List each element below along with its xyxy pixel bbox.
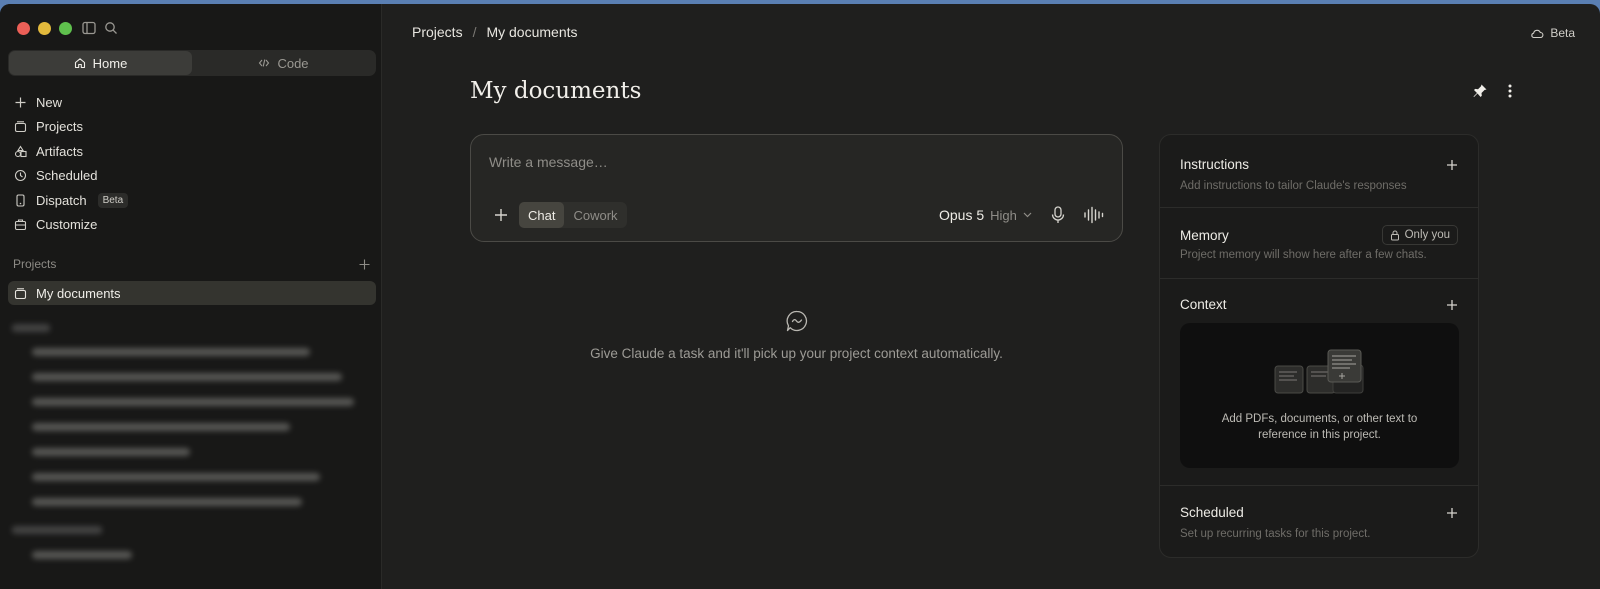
sidebar: Home Code New Projects Artifacts Schedul…: [0, 4, 382, 589]
add-scheduled-icon[interactable]: [1446, 507, 1458, 519]
lock-icon: [1390, 230, 1399, 240]
empty-state: Give Claude a task and it'll pick up you…: [470, 309, 1123, 361]
mode-cowork-button[interactable]: Cowork: [564, 202, 626, 228]
sidebar-item-projects[interactable]: Projects: [8, 115, 376, 140]
window-controls: [17, 22, 72, 35]
message-composer: Chat Cowork Opus 5 High: [470, 134, 1123, 242]
tab-home[interactable]: Home: [9, 51, 192, 75]
context-card: Context: [1160, 297, 1478, 312]
maximize-window-button[interactable]: [59, 22, 72, 35]
mode-chat-button[interactable]: Chat: [519, 202, 565, 228]
beta-badge: Beta: [97, 192, 129, 208]
sidebar-item-dispatch[interactable]: Dispatch Beta: [8, 188, 376, 213]
context-title: Context: [1180, 297, 1227, 312]
app-window: Home Code New Projects Artifacts Schedul…: [0, 4, 1600, 589]
add-project-icon[interactable]: [359, 259, 370, 270]
chat-bubble-icon: [786, 310, 807, 332]
divider: [1160, 207, 1478, 208]
model-selector[interactable]: Opus 5 High: [939, 207, 1032, 223]
empty-state-text: Give Claude a task and it'll pick up you…: [590, 346, 1003, 361]
add-attachment-icon[interactable]: [493, 207, 509, 223]
main-content: Projects / My documents Beta My document…: [382, 4, 1600, 589]
close-window-button[interactable]: [17, 22, 30, 35]
instructions-subtitle: Add instructions to tailor Claude's resp…: [1180, 180, 1407, 192]
folder-icon: [14, 121, 27, 133]
instructions-title: Instructions: [1180, 157, 1250, 172]
tab-home-label: Home: [92, 55, 128, 71]
shapes-icon: [14, 145, 27, 157]
project-label: My documents: [36, 285, 121, 301]
minimize-window-button[interactable]: [38, 22, 51, 35]
briefcase-icon: [14, 219, 27, 231]
sidebar-item-label: Dispatch: [36, 192, 87, 208]
clock-icon: [14, 170, 27, 182]
sidebar-item-label: New: [36, 94, 63, 110]
projects-section-header: Projects: [13, 257, 370, 271]
add-instructions-icon[interactable]: [1446, 159, 1458, 171]
sidebar-item-label: Customize: [36, 217, 98, 233]
scheduled-subtitle: Set up recurring tasks for this project.: [1180, 528, 1371, 540]
folder-icon: [14, 287, 27, 299]
model-name: Opus 5: [939, 207, 985, 223]
breadcrumb-separator: /: [472, 24, 477, 40]
pin-icon[interactable]: [1472, 83, 1488, 99]
page-title: My documents: [470, 78, 642, 104]
add-context-icon[interactable]: [1446, 299, 1458, 311]
beta-label: Beta: [1550, 26, 1575, 40]
more-options-icon[interactable]: [1508, 84, 1512, 98]
blurred-recents: [12, 324, 367, 576]
sidebar-toggle-icon[interactable]: [82, 21, 96, 35]
voice-mode-icon[interactable]: [1083, 206, 1105, 224]
breadcrumb: Projects / My documents: [412, 24, 578, 40]
mode-switcher: Home Code: [8, 50, 376, 76]
project-panel: Instructions Add instructions to tailor …: [1159, 134, 1479, 558]
scheduled-card: Scheduled Set up recurring tasks for thi…: [1160, 505, 1478, 540]
documents-illustration-icon: [1274, 349, 1364, 394]
chevron-down-icon: [1023, 212, 1032, 218]
sidebar-item-customize[interactable]: Customize: [8, 213, 376, 238]
memory-visibility-label: Only you: [1404, 229, 1450, 241]
beta-indicator[interactable]: Beta: [1530, 26, 1575, 40]
search-icon[interactable]: [104, 21, 118, 35]
instructions-card: Instructions Add instructions to tailor …: [1160, 157, 1478, 192]
code-icon: [259, 59, 270, 67]
projects-section-label: Projects: [13, 257, 57, 271]
sidebar-item-my-documents[interactable]: My documents: [8, 281, 376, 305]
mode-toggle: Chat Cowork: [519, 202, 627, 228]
memory-card: Memory Only you Project memory will show…: [1160, 225, 1478, 261]
divider: [1160, 278, 1478, 279]
breadcrumb-projects[interactable]: Projects: [412, 24, 463, 40]
sidebar-item-label: Projects: [36, 119, 83, 135]
sidebar-nav: New Projects Artifacts Scheduled Dispatc…: [8, 90, 376, 237]
sidebar-item-label: Artifacts: [36, 143, 83, 159]
home-icon: [74, 58, 85, 69]
divider: [1160, 485, 1478, 486]
message-input[interactable]: [489, 154, 1099, 170]
tab-code-label: Code: [277, 55, 309, 71]
breadcrumb-current: My documents: [486, 24, 578, 40]
sidebar-item-artifacts[interactable]: Artifacts: [8, 139, 376, 164]
memory-title: Memory: [1180, 227, 1229, 243]
model-effort: High: [990, 207, 1017, 223]
title-actions: [1472, 83, 1512, 99]
scheduled-title: Scheduled: [1180, 505, 1244, 520]
plus-icon: [15, 97, 26, 108]
context-dropzone[interactable]: Add PDFs, documents, or other text to re…: [1180, 323, 1459, 468]
memory-visibility-badge[interactable]: Only you: [1381, 225, 1458, 245]
sidebar-item-new[interactable]: New: [8, 90, 376, 115]
sidebar-item-label: Scheduled: [36, 168, 98, 184]
cloud-icon: [1531, 29, 1544, 38]
microphone-icon[interactable]: [1050, 206, 1066, 224]
memory-subtitle: Project memory will show here after a fe…: [1180, 249, 1427, 261]
sidebar-item-scheduled[interactable]: Scheduled: [8, 164, 376, 189]
phone-icon: [16, 194, 25, 207]
dropzone-text: Add PDFs, documents, or other text to re…: [1221, 413, 1418, 441]
tab-code[interactable]: Code: [192, 51, 375, 75]
